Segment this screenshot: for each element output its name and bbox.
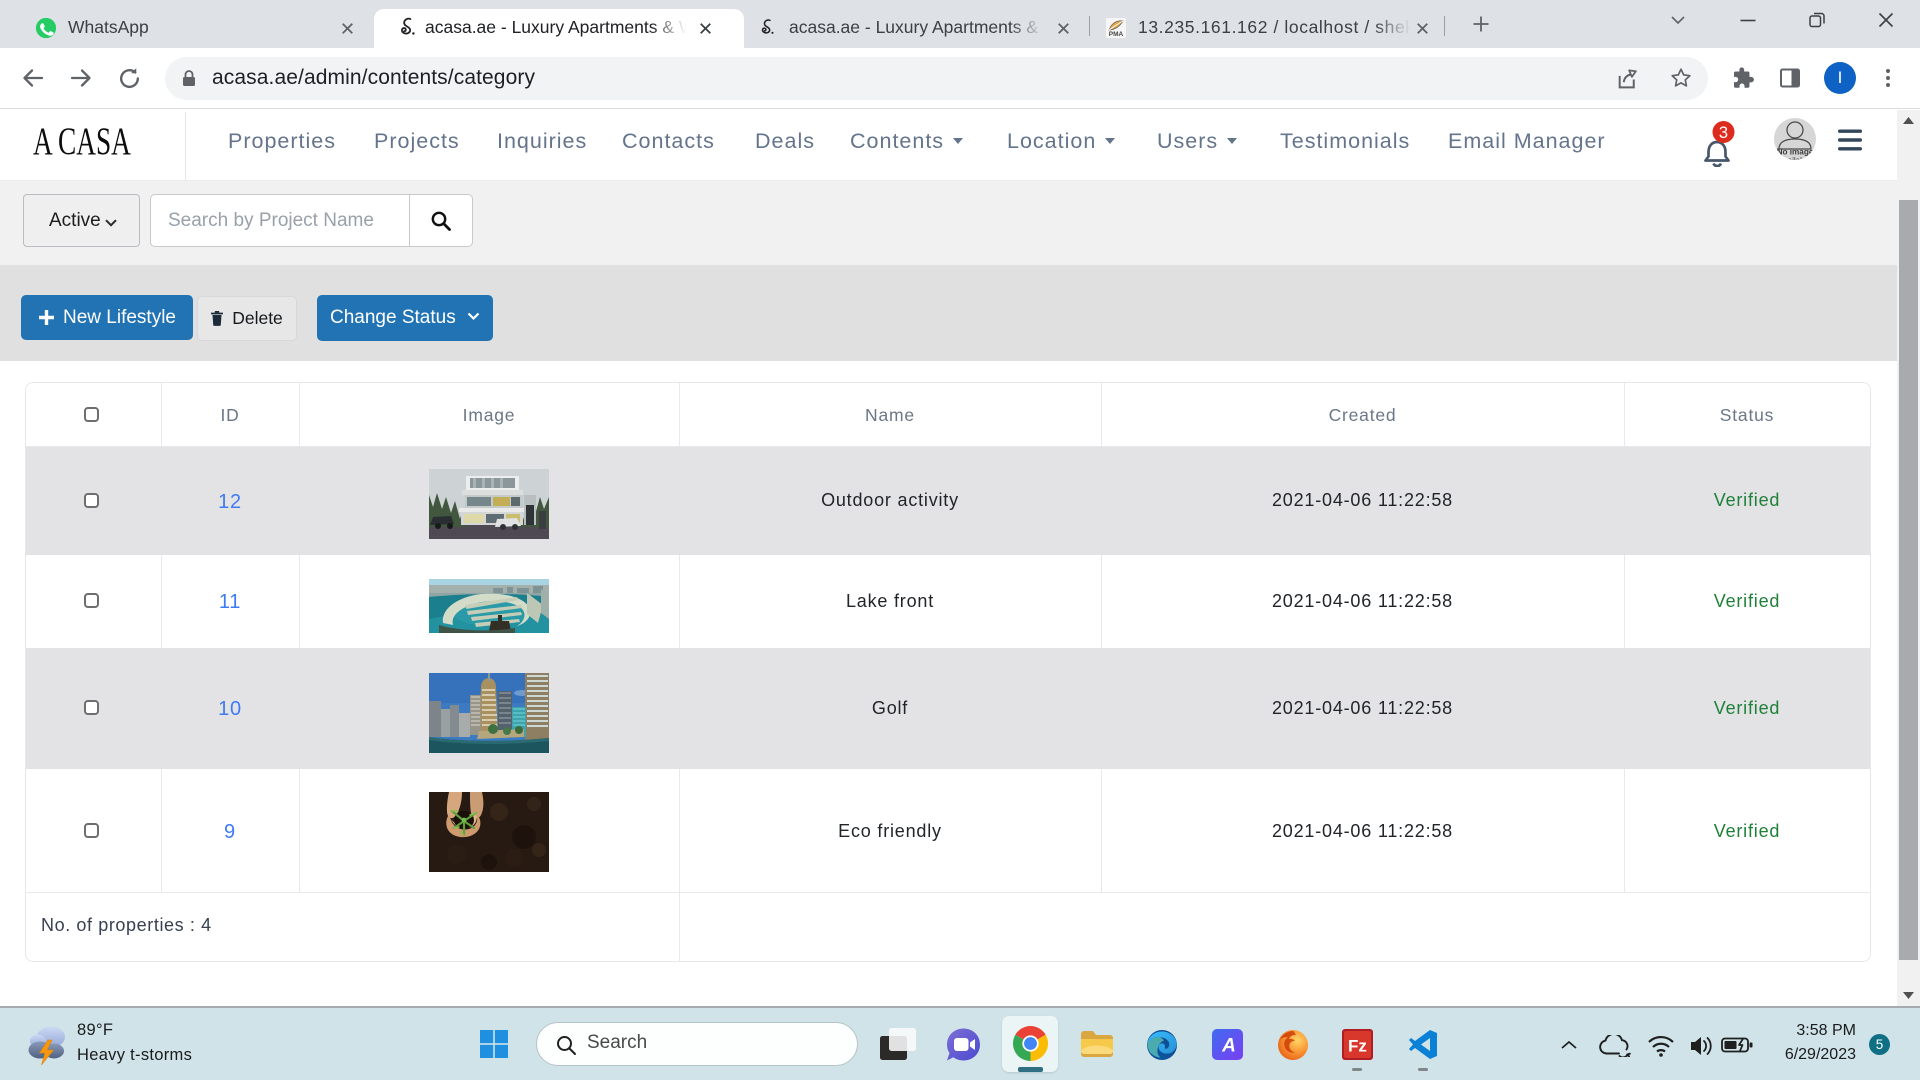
svg-text:Fz: Fz [1348, 1037, 1367, 1056]
svg-text:available: available [1779, 156, 1811, 160]
svg-text:PMA: PMA [1109, 31, 1124, 38]
svg-text:3: 3 [1719, 124, 1728, 142]
svg-text:A: A [1221, 1036, 1236, 1057]
